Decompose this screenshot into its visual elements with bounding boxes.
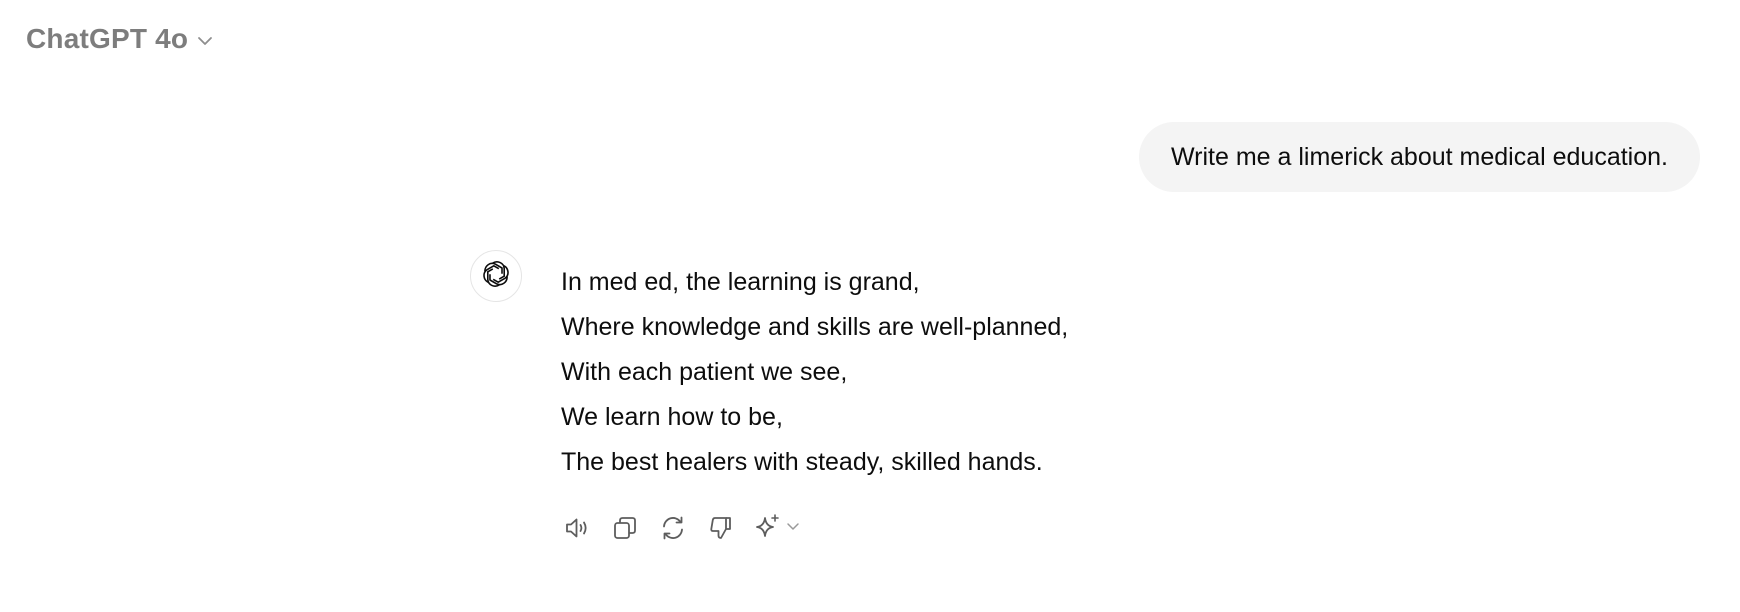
chevron-down-icon [785,518,801,539]
message-action-bar [561,512,801,544]
assistant-line: Where knowledge and skills are well-plan… [561,313,1069,341]
refresh-icon [658,513,688,543]
openai-logo-icon [481,259,511,294]
assistant-line: We learn how to be, [561,403,783,431]
regenerate-button[interactable] [657,512,689,544]
user-message-text: Write me a limerick about medical educat… [1171,142,1668,171]
assistant-line: With each patient we see, [561,358,848,386]
chat-page: ChatGPT 4o Write me a limerick about med… [0,0,1740,612]
thumbs-down-icon [706,513,736,543]
speaker-icon [562,513,592,543]
assistant-message: In med ed, the learning is grand, Where … [561,260,1068,485]
model-name: ChatGPT 4o [26,23,189,54]
read-aloud-button[interactable] [561,512,593,544]
assistant-avatar [470,250,522,302]
assistant-line: The best healers with steady, skilled ha… [561,448,1043,476]
copy-button[interactable] [609,512,641,544]
bad-response-button[interactable] [705,512,737,544]
model-selector[interactable]: ChatGPT 4o [22,18,218,60]
copy-icon [610,513,640,543]
user-message-bubble: Write me a limerick about medical educat… [1139,122,1700,192]
switch-model-button[interactable] [753,512,801,544]
sparkle-icon [753,511,783,546]
assistant-line: In med ed, the learning is grand, [561,268,920,296]
chevron-down-icon [196,32,214,50]
